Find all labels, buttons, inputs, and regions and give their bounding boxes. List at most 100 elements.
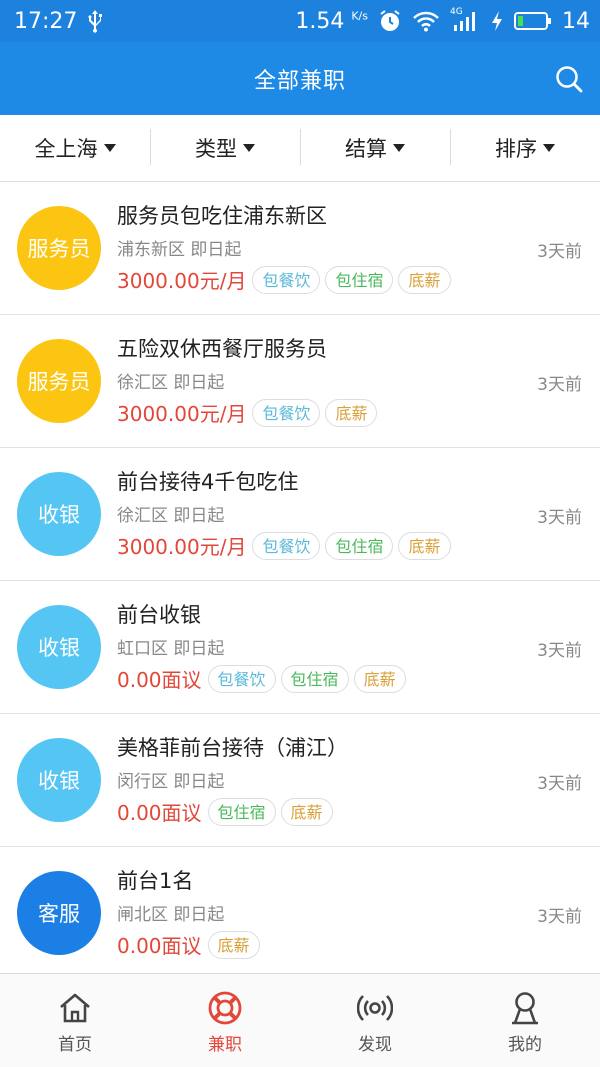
filter-label: 排序 <box>495 137 537 161</box>
job-title: 五险双休西餐厅服务员 <box>117 337 327 361</box>
category-avatar: 客服 <box>17 871 101 955</box>
network-speed: 1.54 K/s <box>295 9 368 34</box>
job-meta-row: 3000.00元/月 包餐饮 底薪 <box>117 398 382 427</box>
job-tag: 包餐饮 <box>252 265 321 294</box>
battery-icon <box>514 11 552 31</box>
job-tag: 底薪 <box>353 664 406 693</box>
job-salary: 3000.00元/月 <box>117 535 247 559</box>
job-tag: 包餐饮 <box>207 664 276 693</box>
tab-mine[interactable]: 我的 <box>450 974 600 1067</box>
job-posted-time: 3天前 <box>537 375 582 395</box>
search-button[interactable] <box>554 64 584 94</box>
broadcast-icon <box>357 995 393 1021</box>
caret-down-icon <box>243 144 255 152</box>
caret-down-icon <box>393 144 405 152</box>
home-icon <box>60 993 90 1023</box>
category-avatar: 收银 <box>17 738 101 822</box>
tab-part-time[interactable]: 兼职 <box>150 974 300 1067</box>
job-meta-row: 3000.00元/月 包餐饮 包住宿 底薪 <box>117 265 456 294</box>
job-list-item[interactable]: 收银 美格菲前台接待（浦江） 闵行区 即日起 0.00面议 包住宿 底薪 3天前 <box>0 714 600 847</box>
job-list-item[interactable]: 收银 前台收银 虹口区 即日起 0.00面议 包餐饮 包住宿 底薪 3天前 <box>0 581 600 714</box>
category-avatar: 服务员 <box>17 339 101 423</box>
job-tag: 包住宿 <box>280 664 349 693</box>
job-tag: 底薪 <box>207 930 260 959</box>
alarm-icon <box>378 9 402 33</box>
job-meta-row: 0.00面议 包餐饮 包住宿 底薪 <box>117 664 411 693</box>
battery-level: 14 <box>562 8 590 34</box>
job-tag: 底薪 <box>398 265 451 294</box>
job-title: 前台接待4千包吃住 <box>117 470 299 494</box>
job-location: 浦东新区 即日起 <box>117 240 242 260</box>
job-location: 闵行区 即日起 <box>117 772 225 792</box>
page-title: 全部兼职 <box>253 68 346 94</box>
category-avatar: 收银 <box>17 605 101 689</box>
network-type: 4G <box>450 7 463 17</box>
job-title: 前台收银 <box>117 603 201 627</box>
job-posted-time: 3天前 <box>537 774 582 794</box>
tab-discover[interactable]: 发现 <box>300 974 450 1067</box>
job-salary: 0.00面议 <box>117 934 202 958</box>
user-icon <box>512 992 538 1025</box>
job-title: 前台1名 <box>117 869 194 893</box>
job-salary: 3000.00元/月 <box>117 402 247 426</box>
job-meta-row: 0.00面议 底薪 <box>117 930 265 959</box>
job-posted-time: 3天前 <box>537 508 582 528</box>
job-location: 闸北区 即日起 <box>117 905 225 925</box>
charging-icon <box>490 10 504 32</box>
filter-label: 全上海 <box>34 137 98 161</box>
caret-down-icon <box>543 144 555 152</box>
job-title: 美格菲前台接待（浦江） <box>117 736 348 760</box>
status-time: 17:27 <box>14 8 78 34</box>
filter-label: 结算 <box>345 137 387 161</box>
job-tag: 底薪 <box>280 797 333 826</box>
job-list-item[interactable]: 服务员 五险双休西餐厅服务员 徐汇区 即日起 3000.00元/月 包餐饮 底薪… <box>0 315 600 448</box>
job-location: 徐汇区 即日起 <box>117 373 225 393</box>
search-icon <box>556 66 583 93</box>
category-avatar: 服务员 <box>17 206 101 290</box>
tab-label: 首页 <box>58 1035 92 1055</box>
job-tag: 底薪 <box>398 531 451 560</box>
job-salary: 3000.00元/月 <box>117 269 247 293</box>
job-tag: 包餐饮 <box>252 531 321 560</box>
job-list-item[interactable]: 客服 前台1名 闸北区 即日起 0.00面议 底薪 3天前 <box>0 847 600 980</box>
job-list-item[interactable]: 收银 前台接待4千包吃住 徐汇区 即日起 3000.00元/月 包餐饮 包住宿 … <box>0 448 600 581</box>
job-location: 徐汇区 即日起 <box>117 506 225 526</box>
job-posted-time: 3天前 <box>537 242 582 262</box>
filter-label: 类型 <box>195 137 237 161</box>
job-tag: 包住宿 <box>207 797 276 826</box>
job-posted-time: 3天前 <box>537 907 582 927</box>
header: 全部兼职 <box>0 42 600 115</box>
caret-down-icon <box>103 144 116 152</box>
wifi-icon <box>412 10 440 32</box>
job-location: 虹口区 即日起 <box>117 639 225 659</box>
tab-home[interactable]: 首页 <box>0 974 150 1067</box>
job-meta-row: 3000.00元/月 包餐饮 包住宿 底薪 <box>117 531 456 560</box>
filter-type[interactable]: 类型 <box>150 115 300 181</box>
job-salary: 0.00面议 <box>117 801 202 825</box>
category-avatar: 收银 <box>17 472 101 556</box>
usb-icon <box>87 9 103 33</box>
filter-sort[interactable]: 排序 <box>450 115 600 181</box>
tab-label: 发现 <box>358 1035 392 1055</box>
job-title: 服务员包吃住浦东新区 <box>117 204 327 228</box>
job-list: 服务员 服务员包吃住浦东新区 浦东新区 即日起 3000.00元/月 包餐饮 包… <box>0 182 600 980</box>
speed-value: 1.54 <box>295 8 345 34</box>
job-tag: 包餐饮 <box>252 398 321 427</box>
job-salary: 0.00面议 <box>117 668 202 692</box>
status-bar: 17:27 1.54 K/s 4G 14 <box>0 0 600 42</box>
job-list-item[interactable]: 服务员 服务员包吃住浦东新区 浦东新区 即日起 3000.00元/月 包餐饮 包… <box>0 182 600 315</box>
filter-city[interactable]: 全上海 <box>0 115 150 181</box>
filter-bar: 全上海 类型 结算 排序 <box>0 115 600 182</box>
job-posted-time: 3天前 <box>537 641 582 661</box>
signal-icon: 4G <box>450 7 480 32</box>
bottom-tab-bar: 首页 兼职 发现 我的 <box>0 973 600 1067</box>
tab-label: 我的 <box>508 1035 542 1055</box>
lifebuoy-icon <box>208 991 242 1025</box>
job-tag: 底薪 <box>325 398 378 427</box>
tab-label: 兼职 <box>208 1035 242 1055</box>
filter-settlement[interactable]: 结算 <box>300 115 450 181</box>
job-meta-row: 0.00面议 包住宿 底薪 <box>117 797 338 826</box>
job-tag: 包住宿 <box>325 265 394 294</box>
speed-unit: K/s <box>351 9 368 23</box>
job-tag: 包住宿 <box>325 531 394 560</box>
